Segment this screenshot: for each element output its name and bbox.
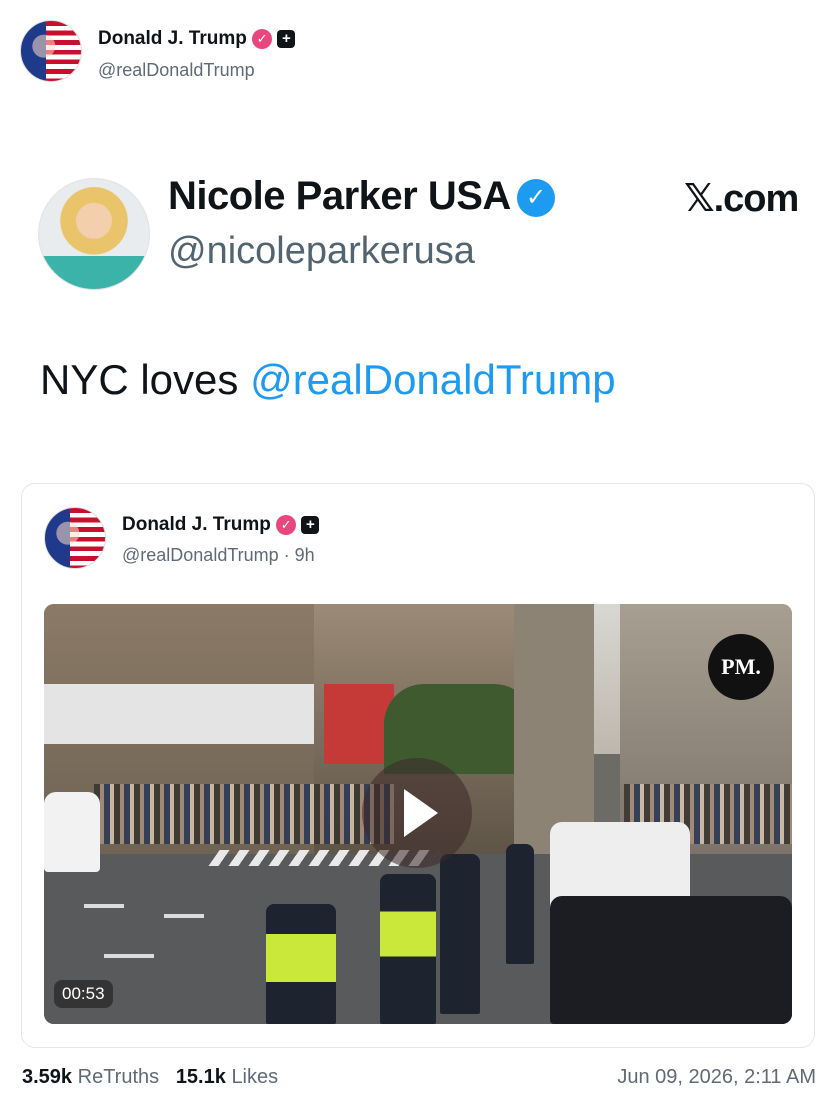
embed-author-name-row[interactable]: Donald J. Trump ✓ + <box>122 514 320 536</box>
quoted-handle: @nicoleparkerusa <box>168 230 475 272</box>
author-handle[interactable]: @realDonaldTrump <box>98 60 255 81</box>
video-scene-lane <box>104 954 154 958</box>
x-source-label: 𝕏.com <box>684 178 799 220</box>
author-name[interactable]: Donald J. Trump <box>98 28 247 49</box>
pm-logo: PM. <box>708 634 774 700</box>
blue-check-icon: ✓ <box>516 179 555 217</box>
plus-badge-icon: + <box>277 29 296 48</box>
embed-author-avatar[interactable] <box>44 507 106 569</box>
embed-author-handle[interactable]: @realDonaldTrump · 9h <box>122 545 315 566</box>
quoted-mention: @realDonaldTrump <box>250 356 616 403</box>
video-scene-officer <box>266 904 336 1024</box>
video-scene-suv <box>550 896 792 1024</box>
quoted-avatar <box>38 178 150 290</box>
quoted-name-row: Nicole Parker USA ✓ <box>168 174 555 219</box>
author-avatar[interactable] <box>20 20 82 82</box>
likes-label[interactable]: Likes <box>231 1066 278 1088</box>
video-player[interactable]: PM. 00:53 <box>44 604 792 1024</box>
verified-badge-icon: ✓ <box>276 514 297 535</box>
quoted-text: NYC loves @realDonaldTrump <box>40 356 616 404</box>
author-name-row[interactable]: Donald J. Trump ✓ + <box>98 28 296 50</box>
video-scene-lane <box>84 904 124 908</box>
play-icon[interactable] <box>362 758 472 868</box>
video-scene-lane <box>164 914 204 918</box>
plus-badge-icon: + <box>301 515 320 534</box>
video-scene-storefront <box>44 684 314 744</box>
quoted-text-body: NYC loves <box>40 356 251 403</box>
retruths-count[interactable]: 3.59k <box>22 1066 72 1088</box>
engagement-stats: 3.59k ReTruths 15.1k Likes <box>22 1066 278 1089</box>
video-scene-crowd <box>94 784 394 844</box>
likes-count[interactable]: 15.1k <box>176 1066 226 1088</box>
post-timestamp[interactable]: Jun 09, 2026, 2:11 AM <box>617 1066 816 1089</box>
video-scene-van <box>44 792 100 872</box>
video-scene-building <box>514 604 594 854</box>
retruths-label[interactable]: ReTruths <box>78 1066 160 1088</box>
verified-badge-icon: ✓ <box>252 28 273 49</box>
video-scene-officer <box>506 844 534 964</box>
quoted-name: Nicole Parker USA <box>168 174 511 218</box>
embed-author-name[interactable]: Donald J. Trump <box>122 514 271 535</box>
video-scene-officer <box>440 854 480 1014</box>
video-scene-officer <box>380 874 436 1024</box>
video-duration: 00:53 <box>54 980 113 1008</box>
